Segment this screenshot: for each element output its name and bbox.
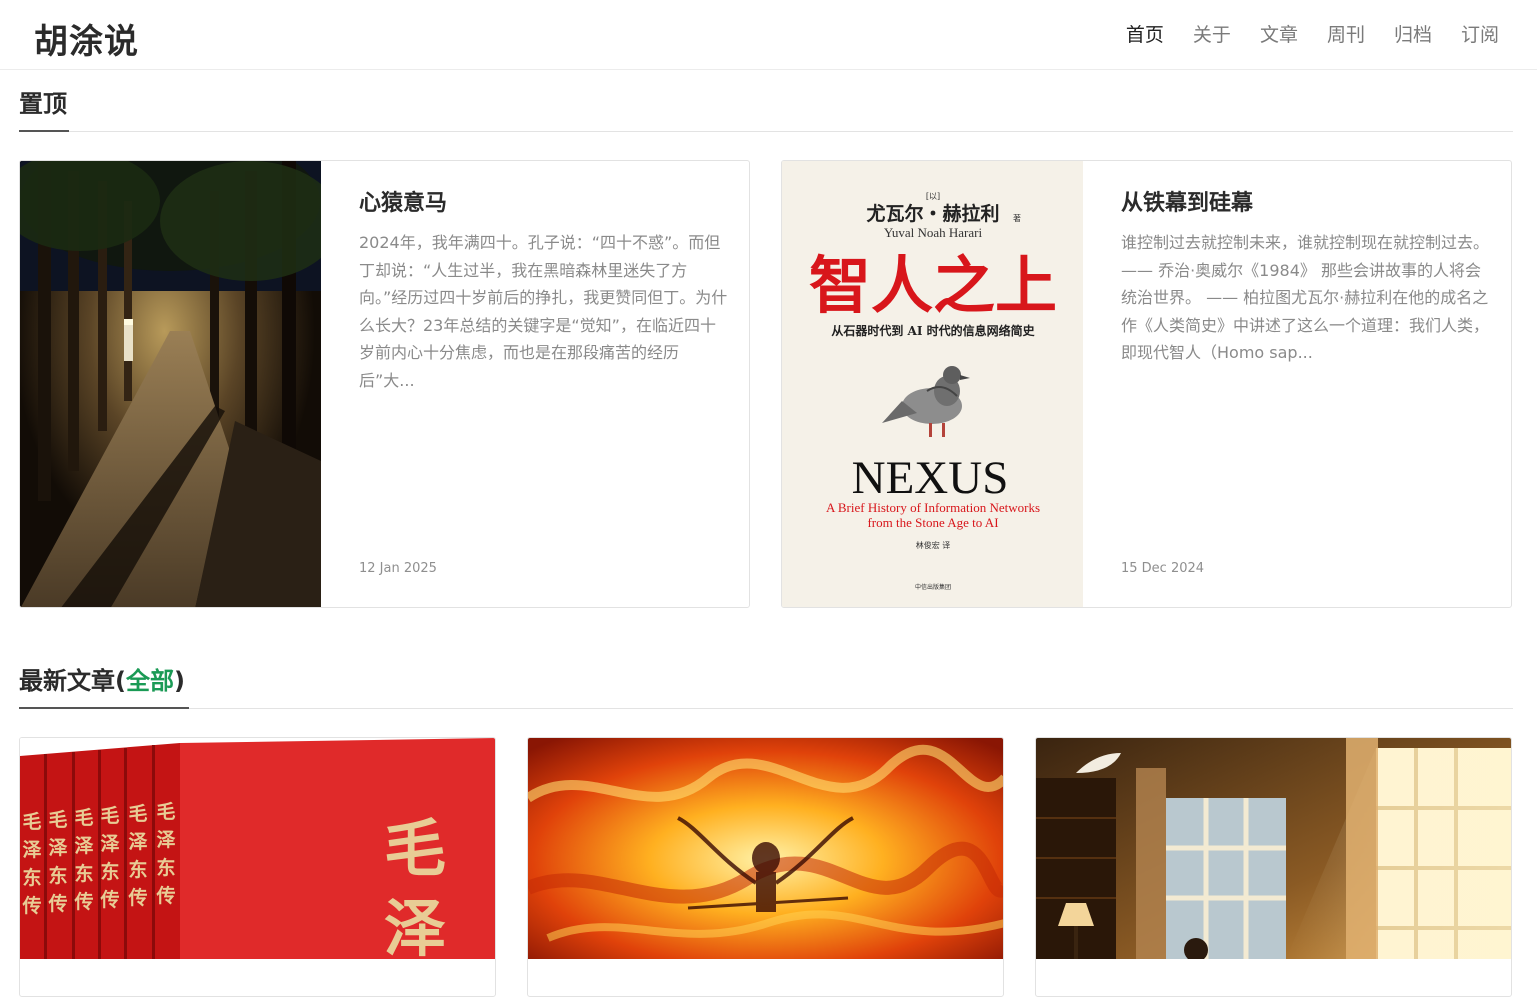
spine-char: 东 (22, 866, 41, 889)
cover-title-en: NEXUS (852, 452, 1009, 504)
nav-subscribe[interactable]: 订阅 (1461, 20, 1499, 47)
nav-articles[interactable]: 文章 (1260, 20, 1298, 47)
post-thumbnail-mao-books[interactable]: 毛 泽 东 传 毛 泽 东 传 毛 泽 东 传 毛 泽 东 传 毛 泽 东 传 (20, 738, 495, 959)
spine-char: 传 (155, 884, 175, 907)
post-thumbnail-night-path[interactable] (20, 161, 321, 607)
post-title[interactable]: 心猿意马 (359, 185, 729, 217)
pinned-post-body: 从铁幕到硅幕 谁控制过去就控制未来，谁就控制现在就控制过去。 —— 乔治·奥威尔… (1121, 185, 1491, 367)
post-excerpt: 2024年，我年满四十。孔子说：“四十不惑”。而但丁却说：“人生过半，我在黑暗森… (359, 233, 728, 390)
latest-post-card[interactable] (1035, 737, 1512, 997)
cover-translator: 林俊宏 译 (916, 540, 951, 550)
spine-char: 东 (48, 864, 67, 887)
main-nav: 首页 关于 文章 周刊 归档 订阅 (1126, 20, 1499, 47)
pinned-section-rule (19, 130, 1513, 132)
cover-subtitle-en-2: from the Stone Age to AI (867, 515, 998, 530)
pinned-post-card[interactable]: [以] 尤瓦尔・赫拉利 著 Yuval Noah Harari 智人之上 从石器… (781, 160, 1512, 608)
post-thumbnail-sunlit-window[interactable] (1036, 738, 1511, 959)
cover-title-cn: 智人之上 (809, 249, 1057, 322)
nav-about[interactable]: 关于 (1193, 20, 1231, 47)
latest-section-title: 最新文章(全部) (19, 661, 185, 696)
cover-author-cn: 尤瓦尔・赫拉利 (866, 202, 999, 225)
spine-char: 毛 (74, 807, 93, 829)
spine-char: 东 (128, 858, 147, 881)
pinned-post-body: 心猿意马 2024年，我年满四十。孔子说：“四十不惑”。而但丁却说：“人生过半，… (359, 185, 729, 394)
spine-char: 毛 (22, 811, 41, 833)
spine-char: 东 (74, 862, 93, 885)
spine-char: 泽 (48, 837, 67, 859)
nav-home[interactable]: 首页 (1126, 20, 1164, 47)
spine-char: 毛 (128, 803, 147, 825)
post-title[interactable]: 从铁幕到硅幕 (1121, 185, 1491, 217)
cover-subtitle-en-1: A Brief History of Information Networks (826, 500, 1040, 515)
spine-char: 传 (47, 892, 67, 915)
cover-author-suffix: 著 (1013, 213, 1021, 223)
cover-subtitle-cn: 从石器时代到 AI 时代的信息网络简史 (831, 323, 1035, 338)
spine-char: 传 (73, 890, 93, 913)
cover-char: 毛 (384, 812, 446, 885)
spine-char: 泽 (100, 833, 119, 855)
pinned-post-card[interactable]: 心猿意马 2024年，我年满四十。孔子说：“四十不惑”。而但丁却说：“人生过半，… (19, 160, 750, 608)
post-thumbnail-flame-figure[interactable] (528, 738, 1003, 959)
latest-post-card[interactable] (527, 737, 1004, 997)
cover-publisher: 中信出版集团 (915, 583, 951, 591)
latest-title-close: ) (173, 667, 185, 695)
spine-char: 传 (127, 886, 147, 909)
spine-char: 毛 (100, 805, 119, 827)
cover-author-en: Yuval Noah Harari (884, 225, 983, 240)
pinned-section-title: 置顶 (19, 90, 67, 118)
spine-char: 泽 (156, 829, 175, 851)
latest-title-text: 最新文章( (19, 667, 126, 695)
spine-char: 泽 (128, 831, 147, 853)
latest-post-card[interactable]: 毛 泽 东 传 毛 泽 东 传 毛 泽 东 传 毛 泽 东 传 毛 泽 东 传 (19, 737, 496, 997)
spine-char: 传 (21, 894, 41, 917)
spine-char: 东 (100, 860, 119, 883)
post-thumbnail-nexus-cover[interactable]: [以] 尤瓦尔・赫拉利 著 Yuval Noah Harari 智人之上 从石器… (782, 161, 1083, 607)
post-date: 15 Dec 2024 (1121, 561, 1205, 576)
spine-char: 传 (99, 888, 119, 911)
latest-section-rule (19, 707, 1513, 709)
spine-char: 毛 (156, 801, 175, 823)
post-excerpt: 谁控制过去就控制未来，谁就控制现在就控制过去。 —— 乔治·奥威尔《1984》 … (1121, 233, 1490, 362)
cover-author-prefix: [以] (926, 192, 940, 201)
spine-char: 毛 (48, 809, 67, 831)
nav-weekly[interactable]: 周刊 (1327, 20, 1365, 47)
all-articles-link[interactable]: 全部 (126, 667, 174, 695)
spine-char: 泽 (22, 839, 41, 861)
post-date: 12 Jan 2025 (359, 561, 437, 576)
nav-archive[interactable]: 归档 (1394, 20, 1432, 47)
spine-char: 东 (156, 856, 175, 879)
site-header: 胡涂说 首页 关于 文章 周刊 归档 订阅 (0, 0, 1537, 70)
spine-char: 泽 (74, 835, 93, 857)
site-logo[interactable]: 胡涂说 (34, 14, 139, 63)
cover-char: 泽 (384, 892, 446, 959)
